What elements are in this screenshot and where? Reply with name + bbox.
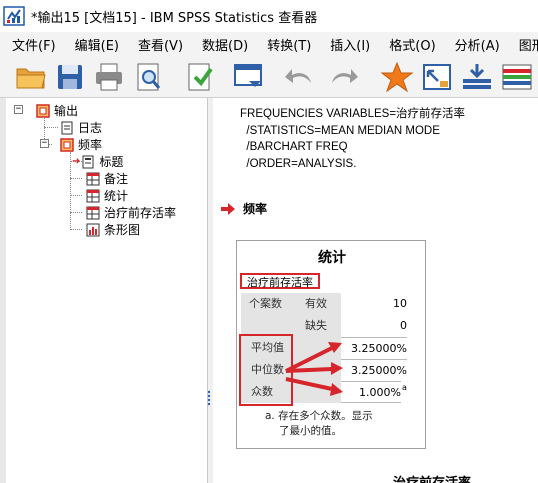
tree-label-statistics: 统计 [104,189,129,203]
print-preview-icon[interactable] [132,61,166,93]
title-doc-icon [81,155,95,169]
undo-icon[interactable] [283,61,317,93]
tree-node-output[interactable]: 输出 [36,102,78,119]
tree-line [70,178,82,179]
menu-view[interactable]: 查看(V) [138,35,183,54]
tree-node-statistics[interactable]: 统计 [86,187,128,204]
tree-label-title: 标题 [99,155,124,169]
weight-cases-icon[interactable] [460,61,494,93]
menu-transform[interactable]: 转换(T) [267,35,311,54]
redo-icon[interactable] [326,61,360,93]
tree-node-frequencies[interactable]: 频率 [60,136,102,153]
tree-label-log: 日志 [78,121,103,135]
menu-file[interactable]: 文件(F) [12,35,56,54]
syntax-line: FREQUENCIES VARIABLES=治疗前存活率 [240,108,466,120]
frequencies-heading: 频率 [221,200,267,217]
tree-label-notes: 备注 [104,172,129,186]
statistics-table[interactable]: 统计 治疗前存活率 个案数 有效 缺失 10 0 平均值 中位数 众数 3.25… [236,240,426,449]
star-icon[interactable] [380,61,414,93]
table-footnote: a. 存在多个众数。显示 了最小的值。 [265,409,395,439]
mode-value: 1.000% [341,381,401,403]
menu-format[interactable]: 格式(O) [389,35,435,54]
syntax-line: /STATISTICS=MEAN MEDIAN MODE [240,124,440,137]
log-icon [60,121,74,135]
window-edge [0,98,6,483]
menu-insert[interactable]: 插入(I) [330,35,370,54]
tree-line [70,195,82,196]
footnote-line: 了最小的值。 [279,425,342,437]
goto-case-icon[interactable] [420,61,454,93]
tree-line [70,152,71,230]
open-folder-icon[interactable] [14,61,48,93]
syntax-line: /ORDER=ANALYSIS. [240,157,357,170]
variable-label: 治疗前存活率 [240,273,320,289]
tree-line [70,229,82,230]
toolbar [0,56,538,98]
tree-label-variable-table: 治疗前存活率 [104,206,177,220]
spss-logo-icon [3,5,25,27]
median-value: 3.25000% [341,359,407,381]
window-title: *输出15 [文档15] - IBM SPSS Statistics 查看器 [31,10,318,26]
tree-collapse-toggle[interactable]: − [40,139,49,148]
bar-chart-title: 治疗前存活率 [393,472,471,483]
mode-footnote-marker: a [402,383,407,392]
tree-label-output: 输出 [54,104,79,118]
bar-chart-icon [86,223,100,237]
highlight-box [239,334,293,406]
frequencies-heading-text: 频率 [243,202,268,216]
tree-line [70,212,82,213]
tree-node-log[interactable]: 日志 [60,119,102,136]
tree-label-bar-chart: 条形图 [104,223,141,237]
export-icon[interactable] [183,61,217,93]
valid-row-header: 有效 [291,293,341,315]
statistics-table-icon [86,189,100,203]
mean-value: 3.25000% [341,337,407,359]
splitter-grip-icon[interactable] [207,390,211,406]
goto-data-icon[interactable] [232,61,266,93]
current-item-arrow-icon [221,202,235,215]
current-item-arrow-icon: ➜ [72,156,81,167]
tree-label-frequencies: 频率 [78,138,103,152]
footnote-line: a. 存在多个众数。显示 [265,410,373,422]
tree-node-variable-table[interactable]: 治疗前存活率 [86,204,176,221]
split-file-icon[interactable] [500,61,534,93]
output-book-icon [36,103,50,118]
menu-bar: 文件(F) 编辑(E) 查看(V) 数据(D) 转换(T) 插入(I) 格式(O… [0,32,538,56]
valid-value: 10 [393,297,407,310]
save-icon[interactable] [53,61,87,93]
menu-data[interactable]: 数据(D) [202,35,248,54]
print-icon[interactable] [92,61,126,93]
notes-table-icon [86,172,100,186]
menu-graphs[interactable]: 图形(G [519,35,538,54]
tree-collapse-toggle[interactable]: − [14,105,23,114]
statistics-table-title: 统计 [318,250,346,266]
frequencies-book-icon [60,137,74,152]
missing-row-header: 缺失 [291,315,341,337]
frequency-table-icon [86,206,100,220]
tree-line [44,127,58,128]
syntax-log: FREQUENCIES VARIABLES=治疗前存活率 /STATISTICS… [240,106,465,172]
tree-node-title[interactable]: ➜ 标题 [72,153,123,170]
syntax-line: /BARCHART FREQ [240,141,348,153]
menu-edit[interactable]: 编辑(E) [75,35,119,54]
missing-value: 0 [400,319,407,332]
tree-node-notes[interactable]: 备注 [86,170,128,187]
n-row-header: 个案数 [241,293,291,315]
menu-analyze[interactable]: 分析(A) [455,35,500,54]
tree-node-bar-chart[interactable]: 条形图 [86,221,140,238]
title-bar: *输出15 [文档15] - IBM SPSS Statistics 查看器 [0,0,538,32]
